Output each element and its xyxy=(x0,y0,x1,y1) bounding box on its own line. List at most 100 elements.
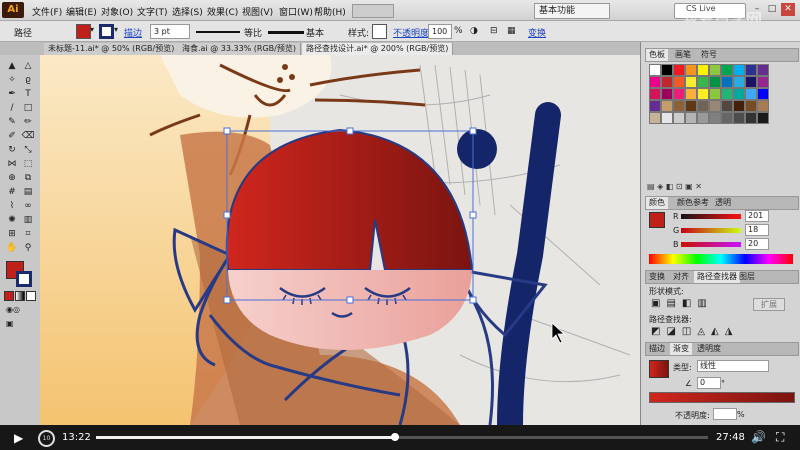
fill-dropdown-icon[interactable]: ▾ xyxy=(90,25,94,34)
swatch[interactable] xyxy=(757,64,769,76)
swatch[interactable] xyxy=(697,112,709,124)
slice-tool[interactable]: ⌗ xyxy=(21,227,35,241)
mesh-tool[interactable]: # xyxy=(5,185,19,199)
symbol-sprayer-tool[interactable]: ✺ xyxy=(5,213,19,227)
opacity-field[interactable]: 100 xyxy=(428,24,452,39)
fullscreen-icon[interactable]: ⛶ xyxy=(776,430,784,445)
eyedropper-tool[interactable]: ⌇ xyxy=(5,199,19,213)
transform-link[interactable]: 变换 xyxy=(528,26,546,39)
swatch[interactable] xyxy=(757,100,769,112)
gradient-preview[interactable] xyxy=(649,360,669,378)
swatch-panel-footer-icons[interactable]: ▤ ◈ ◧ ⊡ ▣ ✕ xyxy=(647,182,795,192)
maximize-icon[interactable]: □ xyxy=(765,3,779,16)
swatch[interactable] xyxy=(709,88,721,100)
free-transform-tool[interactable]: ⬚ xyxy=(21,157,35,171)
swatch[interactable] xyxy=(697,100,709,112)
swatch[interactable] xyxy=(721,76,733,88)
swatch[interactable] xyxy=(757,76,769,88)
swatch[interactable] xyxy=(661,88,673,100)
perspective-tool[interactable]: ⧉ xyxy=(21,171,35,185)
gradient-opacity-field[interactable] xyxy=(713,408,737,420)
menu-effect[interactable]: 效果(C) xyxy=(207,5,238,18)
swatch[interactable] xyxy=(649,112,661,124)
swatch[interactable] xyxy=(757,112,769,124)
tab-layers[interactable]: 图层 xyxy=(736,271,758,283)
menu-file[interactable]: 文件(F) xyxy=(32,5,62,18)
swatch[interactable] xyxy=(661,100,673,112)
tab-align[interactable]: 对齐 xyxy=(670,271,692,283)
swatch[interactable] xyxy=(685,88,697,100)
rectangle-tool[interactable]: □ xyxy=(21,101,35,115)
swatch[interactable] xyxy=(649,88,661,100)
hand-tool[interactable]: ✋ xyxy=(5,241,19,255)
swatch[interactable] xyxy=(733,88,745,100)
style-swatch[interactable] xyxy=(372,24,387,39)
swatch[interactable] xyxy=(721,88,733,100)
tab-gradient[interactable]: 渐变 xyxy=(670,343,692,355)
swatch[interactable] xyxy=(733,100,745,112)
swatch[interactable] xyxy=(685,100,697,112)
volume-icon[interactable]: 🔊 xyxy=(751,430,766,444)
field-b[interactable]: 20 xyxy=(745,238,769,250)
none-mode-icon[interactable] xyxy=(26,291,36,301)
swatch[interactable] xyxy=(709,100,721,112)
swatch[interactable] xyxy=(673,100,685,112)
swatch[interactable] xyxy=(649,100,661,112)
grid-icon[interactable]: ▦ xyxy=(507,26,516,36)
slider-r[interactable] xyxy=(681,214,741,219)
gradient-slider[interactable] xyxy=(649,392,795,403)
eraser-tool[interactable]: ⌫ xyxy=(21,129,35,143)
swatch[interactable] xyxy=(709,64,721,76)
artboard-canvas[interactable] xyxy=(40,55,640,425)
swatch[interactable] xyxy=(685,64,697,76)
tab-transform[interactable]: 变换 xyxy=(646,271,668,283)
field-r[interactable]: 201 xyxy=(745,210,769,222)
fill-swatch[interactable] xyxy=(76,24,91,39)
gradient-tool[interactable]: ▤ xyxy=(21,185,35,199)
tab-symbols[interactable]: 符号 xyxy=(698,49,720,61)
menu-window[interactable]: 窗口(W) xyxy=(279,5,313,18)
selection-tool[interactable]: ▲ xyxy=(5,59,19,73)
pen-tool[interactable]: ✒ xyxy=(5,87,19,101)
swatch[interactable] xyxy=(709,112,721,124)
stroke-swatch[interactable] xyxy=(99,24,114,39)
tab-haishi[interactable]: 海食.ai @ 33.33% (RGB/预览) xyxy=(178,43,301,55)
color-fill-preview[interactable] xyxy=(649,212,665,228)
stroke-link[interactable]: 描边 xyxy=(124,26,142,39)
swatch[interactable] xyxy=(649,76,661,88)
swatch[interactable] xyxy=(673,88,685,100)
menu-object[interactable]: 对象(O) xyxy=(101,5,133,18)
tab-swatches[interactable]: 色板 xyxy=(646,49,668,61)
line-tool[interactable]: / xyxy=(5,101,19,115)
swatch[interactable] xyxy=(697,64,709,76)
swatch[interactable] xyxy=(685,76,697,88)
swatch[interactable] xyxy=(661,76,673,88)
swatch[interactable] xyxy=(709,76,721,88)
swatch[interactable] xyxy=(745,88,757,100)
pathfinder-buttons[interactable]: ◩◪◫◬◭◮ xyxy=(651,326,738,337)
lasso-tool[interactable]: ϱ xyxy=(21,73,35,87)
menu-view[interactable]: 视图(V) xyxy=(242,5,273,18)
screen-mode-icon[interactable]: ▣ xyxy=(6,319,32,328)
type-tool[interactable]: T xyxy=(21,87,35,101)
gradient-mode-icon[interactable] xyxy=(15,291,25,301)
artboard-tool[interactable]: ⊞ xyxy=(5,227,19,241)
swatch[interactable] xyxy=(649,64,661,76)
direct-selection-tool[interactable]: △ xyxy=(21,59,35,73)
blob-brush-tool[interactable]: ✐ xyxy=(5,129,19,143)
progress-handle[interactable] xyxy=(390,433,399,441)
tab-color[interactable]: 颜色 xyxy=(646,197,668,209)
swatch[interactable] xyxy=(745,76,757,88)
stroke-weight-field[interactable]: 3 pt xyxy=(150,24,190,39)
width-tool[interactable]: ⋈ xyxy=(5,157,19,171)
slider-b[interactable] xyxy=(681,242,741,247)
tab-untitled-11[interactable]: 未标题-11.ai* @ 50% (RGB/预览) xyxy=(44,43,180,55)
swatch[interactable] xyxy=(733,64,745,76)
swatch[interactable] xyxy=(661,64,673,76)
recolor-icon[interactable]: ◑ xyxy=(470,26,478,36)
play-icon[interactable]: ▶ xyxy=(14,431,23,445)
slider-g[interactable] xyxy=(681,228,741,233)
swatch[interactable] xyxy=(697,88,709,100)
color-mode-icon[interactable] xyxy=(4,291,14,301)
brush-basic[interactable]: 基本 xyxy=(306,26,324,39)
